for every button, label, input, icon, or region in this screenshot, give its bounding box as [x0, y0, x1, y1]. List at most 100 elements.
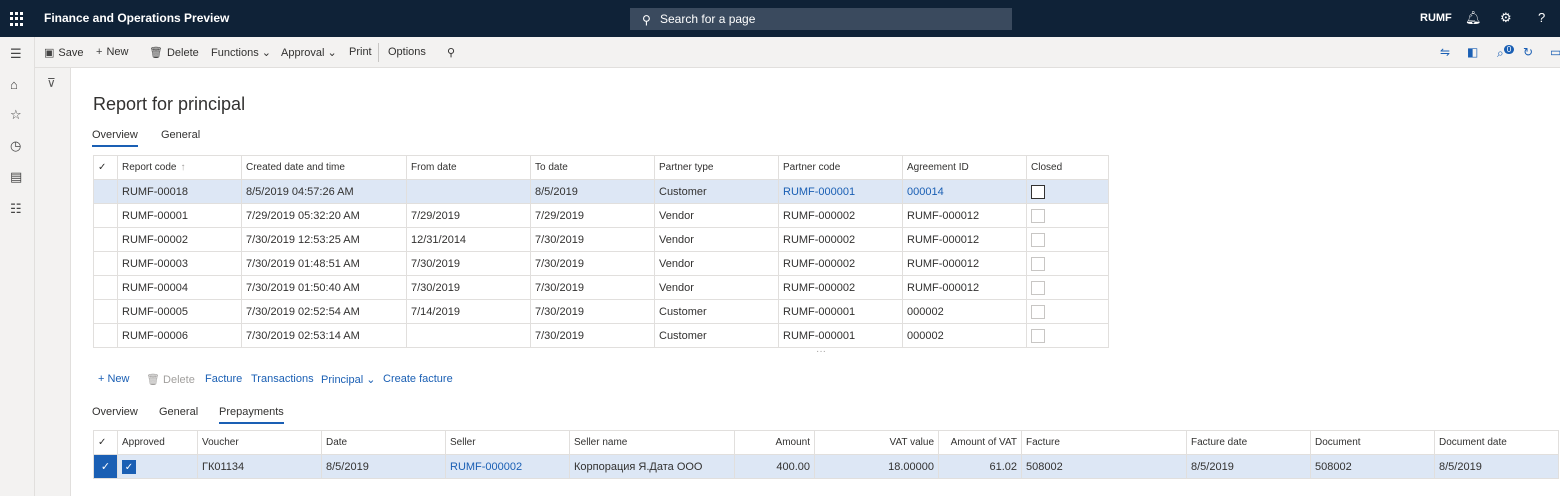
column-header[interactable]: VAT value — [814, 430, 939, 455]
agreement-cell[interactable]: RUMF-000012 — [902, 203, 1027, 228]
partner-type-cell[interactable]: Vendor — [654, 227, 779, 252]
search-actions-icon[interactable]: ⚲ — [447, 46, 455, 59]
splitter-handle[interactable]: ··· — [816, 346, 826, 357]
column-header[interactable]: Facture — [1021, 430, 1187, 455]
report-code-cell[interactable]: RUMF-00018 — [117, 179, 242, 204]
functions-menu[interactable]: Functions ⌄ — [211, 46, 271, 59]
created-cell[interactable]: 7/30/2019 02:52:54 AM — [241, 299, 407, 324]
new-button[interactable]: + New — [96, 46, 128, 58]
to-date-cell[interactable]: 8/5/2019 — [530, 179, 655, 204]
report-code-cell[interactable]: RUMF-00002 — [117, 227, 242, 252]
created-cell[interactable]: 7/30/2019 01:48:51 AM — [241, 251, 407, 276]
print-button[interactable]: Print — [349, 46, 372, 58]
voucher-cell[interactable]: ГК01134 — [197, 454, 322, 479]
report-code-cell[interactable]: RUMF-00003 — [117, 251, 242, 276]
lines-delete-button[interactable]: 🗑︎ Delete — [146, 373, 195, 386]
table-row[interactable]: RUMF-00004 7/30/2019 01:50:40 AM 7/30/20… — [93, 275, 1109, 300]
created-cell[interactable]: 7/30/2019 12:53:25 AM — [241, 227, 407, 252]
column-header[interactable]: Seller name — [569, 430, 735, 455]
row-selector[interactable] — [93, 251, 118, 276]
closed-cell[interactable] — [1026, 179, 1109, 204]
home-icon[interactable]: ⌂ — [10, 77, 18, 92]
partner-type-cell[interactable]: Vendor — [654, 203, 779, 228]
report-code-cell[interactable]: RUMF-00001 — [117, 203, 242, 228]
partner-code-cell[interactable]: RUMF-000002 — [778, 203, 903, 228]
row-selector[interactable] — [93, 323, 118, 348]
closed-cell[interactable] — [1026, 203, 1109, 228]
save-button[interactable]: ▣ Save — [44, 46, 83, 59]
created-cell[interactable]: 7/29/2019 05:32:20 AM — [241, 203, 407, 228]
closed-checkbox[interactable] — [1031, 256, 1045, 271]
refresh-icon[interactable]: ↻ — [1523, 45, 1533, 59]
closed-cell[interactable] — [1026, 299, 1109, 324]
approval-menu[interactable]: Approval ⌄ — [281, 46, 337, 59]
from-date-cell[interactable]: 7/30/2019 — [406, 251, 531, 276]
from-date-cell[interactable]: 7/30/2019 — [406, 275, 531, 300]
app-launcher-icon[interactable] — [10, 12, 24, 26]
column-header[interactable]: To date — [530, 155, 655, 180]
to-date-cell[interactable]: 7/30/2019 — [530, 227, 655, 252]
to-date-cell[interactable]: 7/30/2019 — [530, 299, 655, 324]
column-header[interactable]: Created date and time — [241, 155, 407, 180]
partner-code-cell[interactable]: RUMF-000001 — [778, 323, 903, 348]
table-row[interactable]: RUMF-00018 8/5/2019 04:57:26 AM 8/5/2019… — [93, 179, 1109, 204]
row-selector[interactable] — [93, 275, 118, 300]
tab-prepayments[interactable]: Prepayments — [219, 406, 284, 424]
agreement-cell[interactable]: 000002 — [902, 299, 1027, 324]
tab-general[interactable]: General — [161, 129, 200, 141]
to-date-cell[interactable]: 7/29/2019 — [530, 203, 655, 228]
closed-cell[interactable] — [1026, 323, 1109, 348]
select-all-check-icon[interactable]: ✓ — [93, 155, 118, 180]
report-code-cell[interactable]: RUMF-00004 — [117, 275, 242, 300]
tab-lines-general[interactable]: General — [159, 406, 198, 418]
report-code-cell[interactable]: RUMF-00006 — [117, 323, 242, 348]
from-date-cell[interactable]: 12/31/2014 — [406, 227, 531, 252]
column-header[interactable]: Partner type — [654, 155, 779, 180]
partner-code-cell[interactable]: RUMF-000002 — [778, 275, 903, 300]
document-date-cell[interactable]: 8/5/2019 — [1434, 454, 1559, 479]
table-row[interactable]: ✓ ✓ ГК01134 8/5/2019 RUMF-000002 Корпора… — [93, 454, 1559, 479]
table-row[interactable]: RUMF-00001 7/29/2019 05:32:20 AM 7/29/20… — [93, 203, 1109, 228]
to-date-cell[interactable]: 7/30/2019 — [530, 251, 655, 276]
hamburger-icon[interactable]: ☰ — [10, 46, 22, 62]
recent-icon[interactable]: ◷ — [10, 138, 21, 154]
column-header[interactable]: Document date — [1434, 430, 1559, 455]
table-row[interactable]: RUMF-00003 7/30/2019 01:48:51 AM 7/30/20… — [93, 251, 1109, 276]
column-header[interactable]: Agreement ID — [902, 155, 1027, 180]
column-header[interactable]: From date — [406, 155, 531, 180]
amount-vat-cell[interactable]: 61.02 — [938, 454, 1022, 479]
link-icon[interactable]: ⇋ — [1440, 45, 1450, 59]
company-picker[interactable]: RUMF — [1420, 12, 1452, 24]
column-header[interactable]: Facture date — [1186, 430, 1311, 455]
facture-button[interactable]: Facture — [205, 373, 242, 385]
column-header[interactable]: Date — [321, 430, 446, 455]
closed-cell[interactable] — [1026, 251, 1109, 276]
row-selector[interactable] — [93, 299, 118, 324]
help-icon[interactable]: ? — [1538, 10, 1545, 25]
partner-code-cell[interactable]: RUMF-000002 — [778, 227, 903, 252]
partner-code-link[interactable]: RUMF-000001 — [778, 179, 903, 204]
column-header[interactable]: Closed — [1026, 155, 1109, 180]
partner-code-cell[interactable]: RUMF-000002 — [778, 251, 903, 276]
partner-type-cell[interactable]: Vendor — [654, 275, 779, 300]
filter-icon[interactable]: ⊽ — [47, 76, 56, 90]
document-cell[interactable]: 508002 — [1310, 454, 1435, 479]
agreement-cell[interactable]: RUMF-000012 — [902, 227, 1027, 252]
to-date-cell[interactable]: 7/30/2019 — [530, 275, 655, 300]
column-header[interactable]: Document — [1310, 430, 1435, 455]
column-header[interactable]: Seller — [445, 430, 570, 455]
vat-value-cell[interactable]: 18.00000 — [814, 454, 939, 479]
report-code-cell[interactable]: RUMF-00005 — [117, 299, 242, 324]
column-header[interactable]: Amount — [734, 430, 815, 455]
amount-cell[interactable]: 400.00 — [734, 454, 815, 479]
closed-cell[interactable] — [1026, 227, 1109, 252]
created-cell[interactable]: 8/5/2019 04:57:26 AM — [241, 179, 407, 204]
closed-cell[interactable] — [1026, 275, 1109, 300]
partner-type-cell[interactable]: Customer — [654, 299, 779, 324]
tab-lines-overview[interactable]: Overview — [92, 406, 138, 418]
office-icon[interactable]: ◧ — [1467, 45, 1478, 59]
agreement-cell[interactable]: 000002 — [902, 323, 1027, 348]
closed-checkbox[interactable] — [1031, 328, 1045, 343]
tab-overview[interactable]: Overview — [92, 129, 138, 147]
seller-link[interactable]: RUMF-000002 — [445, 454, 570, 479]
